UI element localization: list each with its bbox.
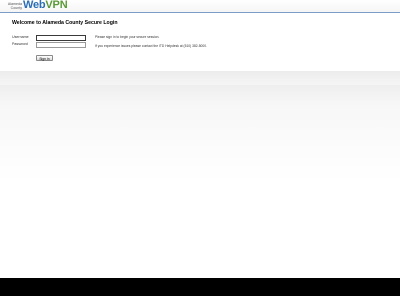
username-label: Username: [12, 35, 29, 39]
background-band: [0, 71, 400, 85]
logo-web-text: Web: [23, 0, 46, 11]
logo-wordmark: WebVPN: [23, 0, 68, 12]
footer-bar: [0, 278, 400, 296]
instruction-text: Please sign in to begin your secure sess…: [95, 35, 160, 39]
page-title: Welcome to Alameda County Secure Login: [12, 20, 118, 26]
username-input[interactable]: [36, 35, 86, 41]
password-label: Password: [12, 42, 28, 46]
sign-in-button[interactable]: Sign In: [36, 55, 53, 61]
page-background: [0, 71, 400, 278]
password-input[interactable]: [36, 42, 86, 48]
logo-vpn-text: VPN: [45, 0, 68, 11]
logo-county-line2: County: [10, 6, 22, 10]
helpdesk-text: If you experience issues please contact …: [95, 44, 207, 48]
